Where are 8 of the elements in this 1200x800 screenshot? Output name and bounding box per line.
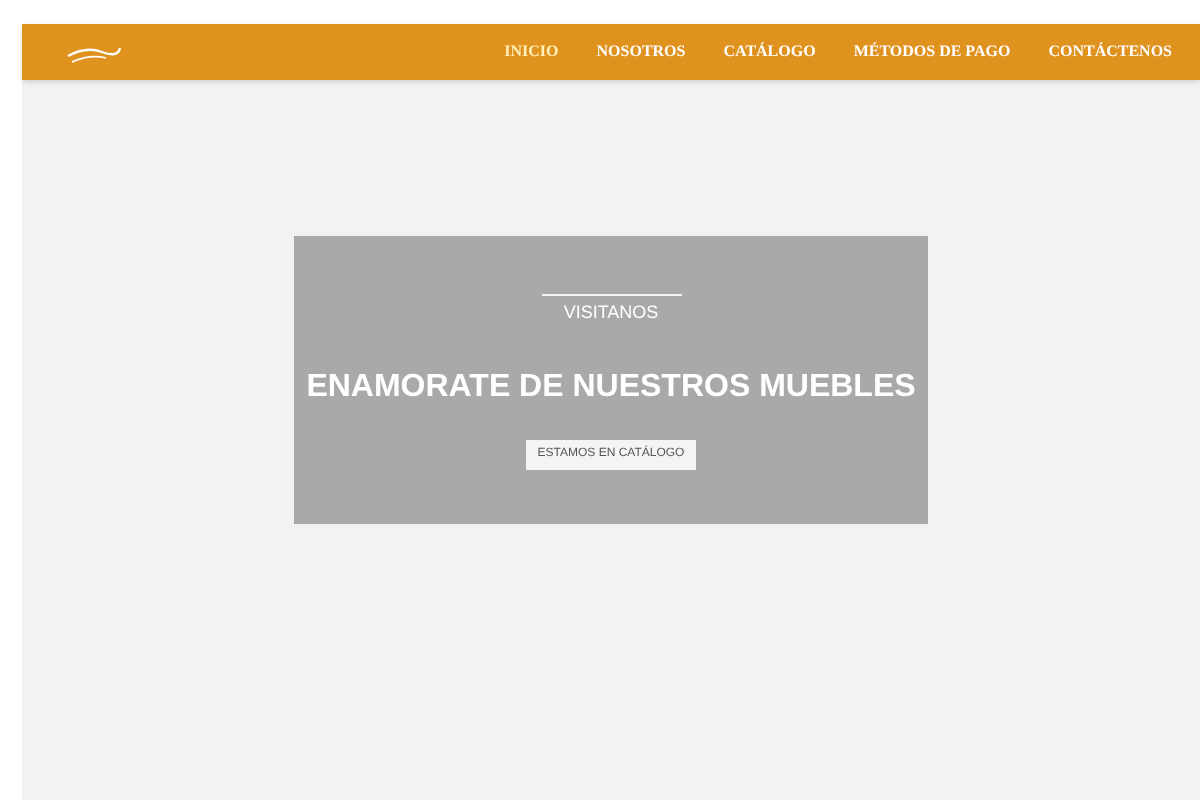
hero-eyebrow: VISITANOS: [563, 300, 659, 326]
nav-link[interactable]: CATÁLOGO: [723, 40, 816, 64]
nav-link[interactable]: MÉTODOS DE PAGO: [853, 40, 1011, 64]
nav-link[interactable]: CONTÁCTENOS: [1048, 40, 1172, 64]
divider-line: [541, 294, 681, 296]
nav-link[interactable]: NOSOTROS: [596, 40, 686, 64]
nav-link[interactable]: INICIO: [504, 40, 559, 64]
hero-title: ENAMORATE DE NUESTROS MUEBLES: [306, 367, 916, 407]
